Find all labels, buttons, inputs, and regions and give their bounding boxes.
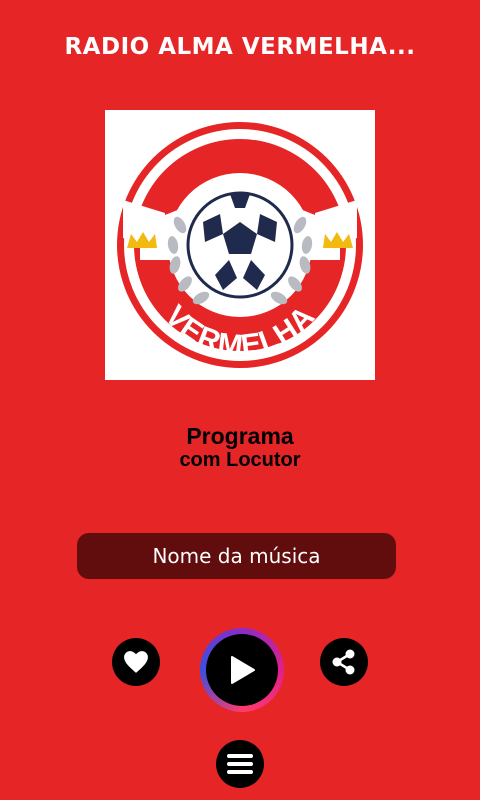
heart-icon — [124, 651, 148, 673]
program-info: Programa com Locutor — [0, 423, 480, 472]
station-logo: ALMA VERMELHA — [105, 110, 375, 380]
favorite-button[interactable] — [112, 638, 160, 686]
share-button[interactable] — [320, 638, 368, 686]
program-host: com Locutor — [179, 449, 301, 472]
app-title: RADIO ALMA VERMELHA... — [64, 34, 416, 60]
alma-vermelha-logo-icon: ALMA VERMELHA — [117, 122, 363, 368]
song-title: Nome da música — [77, 533, 396, 579]
share-icon — [332, 649, 355, 675]
play-button[interactable] — [206, 634, 278, 706]
program-name: Programa — [186, 423, 294, 449]
menu-button[interactable] — [216, 740, 264, 788]
play-icon — [231, 656, 255, 684]
hamburger-menu-icon — [227, 754, 253, 774]
